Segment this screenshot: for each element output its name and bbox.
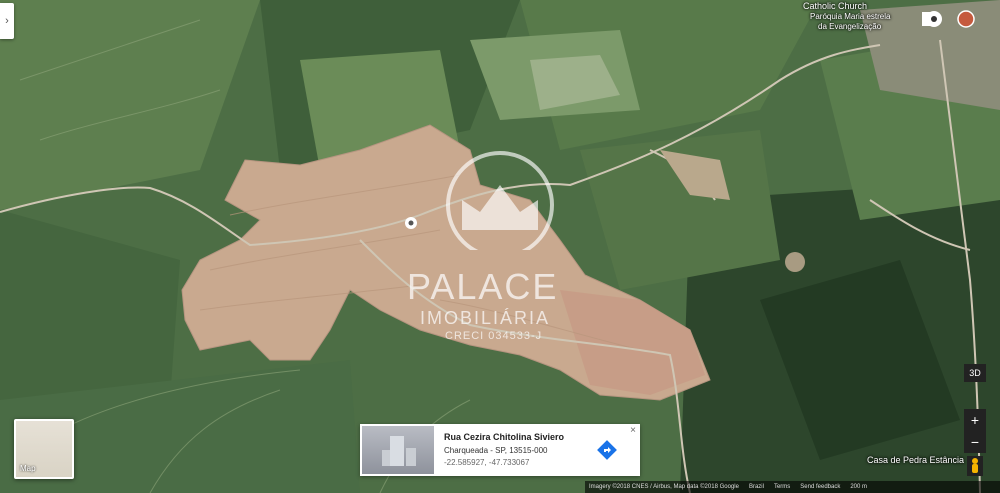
chevron-right-icon: › — [5, 15, 9, 27]
zoom-control: + − — [964, 409, 986, 453]
feedback-link[interactable]: Send feedback — [800, 484, 840, 490]
place-card[interactable]: Rua Cezira Chitolina Siviero Charqueada … — [360, 424, 640, 476]
place-coordinates: -22.585927, -47.733067 — [444, 458, 530, 467]
map-type-thumbnail[interactable]: Map — [14, 419, 74, 479]
thumbnail-label: Map — [20, 464, 36, 473]
imagery-attribution: Imagery ©2018 CNES / Airbus, Map data ©2… — [589, 484, 739, 490]
church-sublabel-2: da Evangelização — [818, 22, 882, 31]
place-photo[interactable] — [362, 426, 434, 474]
directions-icon[interactable] — [596, 439, 618, 461]
palace-logo-icon — [446, 151, 554, 259]
pin-icon — [926, 11, 942, 27]
church-label[interactable]: Catholic Church — [803, 1, 867, 11]
poi-label[interactable]: Casa de Pedra Estância — [867, 455, 964, 465]
country-label: Brazil — [748, 484, 764, 490]
watermark — [400, 150, 600, 259]
terms-link[interactable]: Terms — [774, 484, 790, 490]
compass-icon — [957, 10, 975, 28]
attribution-bar: Imagery ©2018 CNES / Airbus, Map data ©2… — [585, 481, 1000, 493]
side-panel-toggle[interactable]: › — [0, 3, 14, 39]
place-address: Charqueada - SP, 13515-000 — [444, 446, 548, 455]
pegman-icon[interactable] — [967, 456, 983, 476]
zoom-out-button[interactable]: − — [964, 431, 986, 453]
church-sublabel-1: Paróquia Maria estrela — [810, 12, 891, 21]
place-title: Rua Cezira Chitolina Siviero — [444, 432, 565, 442]
scale-label: 200 m — [850, 484, 868, 490]
close-icon[interactable]: × — [630, 425, 636, 436]
watermark-brand: PALACE — [407, 266, 559, 307]
zoom-in-button[interactable]: + — [964, 409, 986, 431]
view-3d-button[interactable]: 3D — [964, 364, 986, 382]
watermark-creci: CRECI 034533-J — [445, 330, 543, 342]
top-right-icons — [920, 8, 980, 37]
watermark-sub: IMOBILIÁRIA — [420, 308, 551, 328]
